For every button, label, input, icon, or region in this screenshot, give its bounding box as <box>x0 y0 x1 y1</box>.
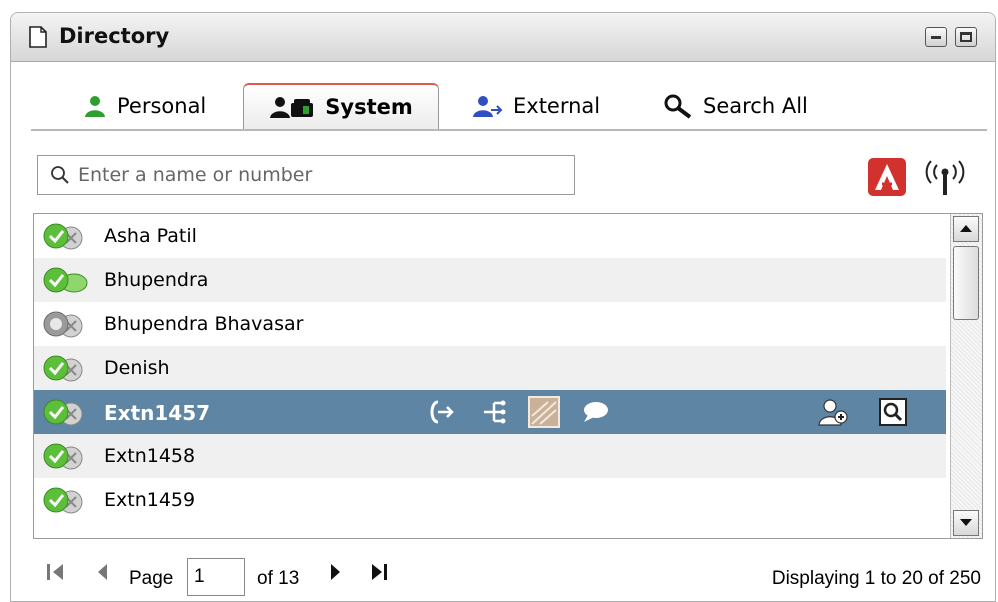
search-box[interactable] <box>37 155 575 195</box>
contact-name: Asha Patil <box>104 225 197 247</box>
system-person-phone-icon <box>269 95 315 119</box>
chat-bubble-icon[interactable] <box>580 398 610 426</box>
tab-search-all-label: Search All <box>703 94 808 118</box>
display-range-text: Displaying 1 to 20 of 250 <box>771 568 981 589</box>
pagination-bar: Page of 13 Displaying 1 to 20 of 250 <box>33 551 983 596</box>
status-available-offline-chat-icon <box>43 399 83 426</box>
page-number-input[interactable] <box>187 558 245 596</box>
contact-row[interactable]: Denish <box>34 346 946 390</box>
contact-rows: Asha Patil Bhupendra Bhupendra Bhavasar … <box>34 214 946 522</box>
contact-list: Asha Patil Bhupendra Bhupendra Bhavasar … <box>33 213 983 539</box>
video-icon[interactable] <box>528 396 560 428</box>
magnifier-icon <box>663 93 693 119</box>
tab-personal[interactable]: Personal <box>83 85 206 127</box>
status-available-offline-chat-icon <box>43 223 83 250</box>
add-contact-icon[interactable] <box>818 398 848 426</box>
external-person-icon <box>473 94 503 118</box>
minimize-button[interactable] <box>925 27 947 47</box>
contact-row[interactable]: Extn1459 <box>34 478 946 522</box>
tab-system[interactable]: System <box>243 83 439 129</box>
contact-row-selected[interactable]: Extn1457 <box>34 390 946 434</box>
next-page-icon[interactable] <box>327 559 343 585</box>
contact-row[interactable]: Bhupendra <box>34 258 946 302</box>
status-offline-icon <box>43 311 83 338</box>
contact-name: Denish <box>104 357 170 379</box>
contact-name: Extn1457 <box>104 401 211 425</box>
first-page-icon[interactable] <box>45 559 67 585</box>
vertical-scrollbar[interactable] <box>950 214 982 538</box>
contact-row[interactable]: Bhupendra Bhavasar <box>34 302 946 346</box>
maximize-button[interactable] <box>955 27 977 47</box>
title-bar: Directory <box>11 13 995 62</box>
last-page-icon[interactable] <box>369 559 391 585</box>
search-icon <box>50 165 70 185</box>
document-icon <box>29 26 47 48</box>
contact-name: Bhupendra <box>104 269 209 291</box>
scroll-thumb[interactable] <box>953 246 979 320</box>
status-available-offline-chat-icon <box>43 355 83 382</box>
status-available-offline-chat-icon <box>43 487 83 514</box>
search-input[interactable] <box>76 163 550 187</box>
page-count: of 13 <box>257 568 300 589</box>
directory-tabs: Personal System External Search All <box>31 79 987 131</box>
tab-system-label: System <box>325 95 413 119</box>
directory-window: Directory Personal System External Searc… <box>10 12 996 602</box>
window-title: Directory <box>59 24 170 48</box>
status-available-offline-chat-icon <box>43 443 83 470</box>
tab-personal-label: Personal <box>117 94 207 118</box>
tab-search-all[interactable]: Search All <box>663 85 808 127</box>
scroll-down-button[interactable] <box>953 510 979 536</box>
conference-icon[interactable] <box>480 398 510 426</box>
antenna-icon[interactable] <box>921 159 969 199</box>
app-logo-icon[interactable] <box>867 157 907 197</box>
personal-person-icon <box>83 94 107 118</box>
tab-external[interactable]: External <box>473 85 600 127</box>
transfer-icon[interactable] <box>426 398 456 426</box>
status-available-chat-icon <box>43 267 88 293</box>
details-icon[interactable] <box>878 398 908 426</box>
previous-page-icon[interactable] <box>95 559 111 585</box>
tab-external-label: External <box>513 94 601 118</box>
contact-name: Bhupendra Bhavasar <box>104 313 304 335</box>
contact-name: Extn1459 <box>104 489 196 511</box>
page-label: Page <box>129 568 174 589</box>
contact-row[interactable]: Asha Patil <box>34 214 946 258</box>
contact-row[interactable]: Extn1458 <box>34 434 946 478</box>
scroll-up-button[interactable] <box>953 216 979 242</box>
contact-name: Extn1458 <box>104 445 196 467</box>
